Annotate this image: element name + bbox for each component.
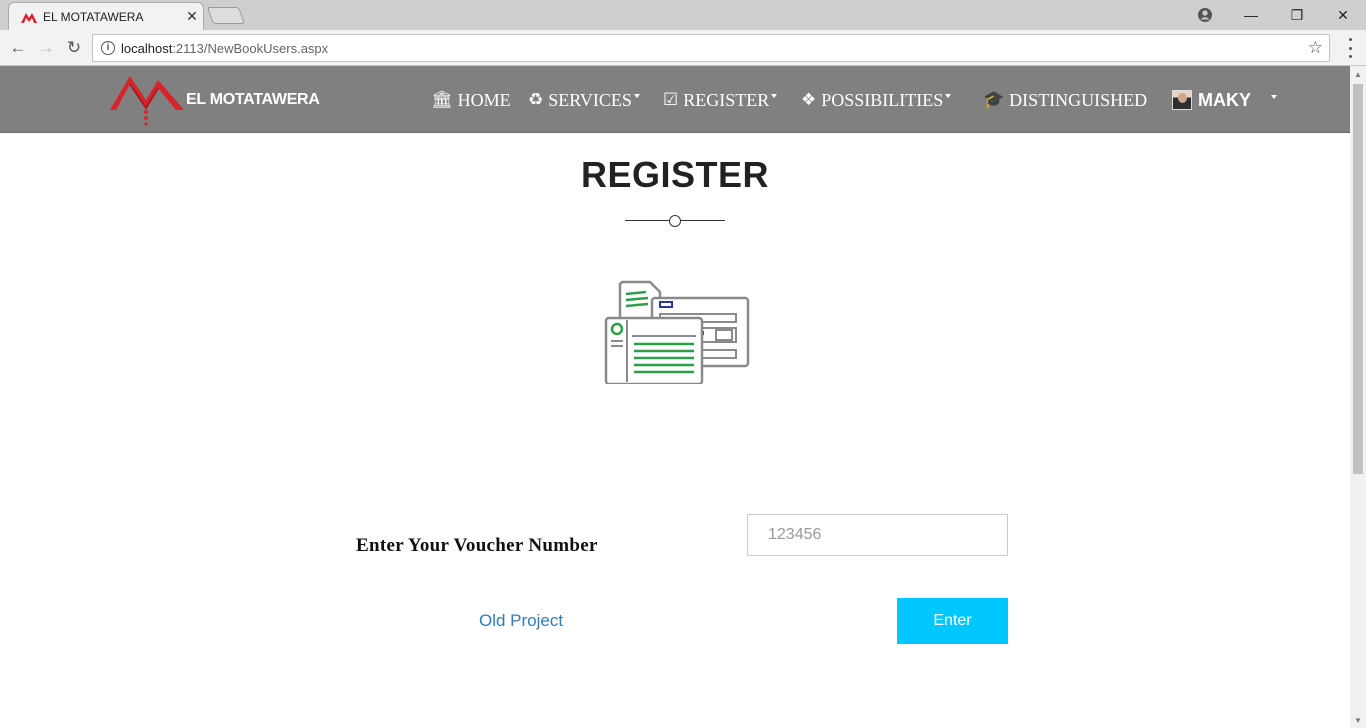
user-menu[interactable]: MAKY — [1172, 88, 1277, 112]
nav-home[interactable]: 🏛 HOME — [431, 88, 511, 112]
scroll-thumb[interactable] — [1353, 84, 1363, 474]
chevron-down-icon — [771, 94, 778, 98]
tab-close-icon[interactable]: ✕ — [181, 8, 203, 25]
scroll-up-arrow-icon[interactable]: ▲ — [1350, 66, 1366, 82]
nav-possibilities-label: POSSIBILITIES — [821, 89, 944, 110]
avatar — [1172, 90, 1192, 110]
recycle-icon: ♻ — [528, 90, 544, 110]
close-icon[interactable]: ✕ — [1320, 0, 1366, 30]
scroll-down-arrow-icon[interactable]: ▼ — [1350, 712, 1366, 728]
documents-illustration — [604, 280, 750, 384]
page-content: EL MOTATAWERA 🏛 HOME ♻ SERVICES ☑ REGIST… — [0, 66, 1350, 728]
chevron-down-icon — [945, 94, 952, 98]
nav-possibilities[interactable]: ❖ POSSIBILITIES — [801, 88, 952, 112]
checkbox-icon: ☑ — [663, 90, 679, 110]
star-icon[interactable]: ☆ — [1308, 38, 1323, 58]
address-bar[interactable]: i localhost :2113/NewBookUsers.aspx ☆ — [92, 34, 1330, 62]
nav-services[interactable]: ♻ SERVICES — [528, 88, 640, 112]
title-divider — [625, 214, 725, 227]
menu-dots-icon[interactable] — [1340, 38, 1360, 58]
minimize-icon[interactable]: — — [1228, 0, 1274, 30]
page-title: REGISTER — [580, 154, 770, 195]
old-project-link[interactable]: Old Project — [479, 611, 563, 631]
nav-register[interactable]: ☑ REGISTER — [663, 88, 778, 112]
nav-distinguished[interactable]: 🎓 DISTINGUISHED — [983, 88, 1147, 112]
page-scrollbar[interactable]: ▲ ▼ — [1350, 66, 1366, 728]
info-icon[interactable]: i — [101, 41, 115, 55]
reload-icon[interactable]: ↻ — [62, 36, 86, 60]
back-arrow-icon[interactable]: ← — [6, 36, 30, 60]
chevron-down-icon[interactable] — [1271, 95, 1277, 99]
new-tab-button[interactable] — [206, 7, 246, 24]
bank-icon: 🏛 — [431, 90, 453, 110]
tab-title: EL MOTATAWERA — [43, 9, 144, 24]
chevron-down-icon — [633, 94, 640, 98]
voucher-label: Enter Your Voucher Number — [356, 535, 598, 556]
url-host: localhost — [121, 40, 173, 56]
enter-button[interactable]: Enter — [897, 598, 1008, 644]
cubes-icon: ❖ — [801, 90, 817, 110]
brand-name[interactable]: EL MOTATAWERA — [186, 91, 320, 109]
nav-register-label: REGISTER — [683, 89, 770, 110]
user-name: MAKY — [1198, 89, 1251, 110]
nav-home-label: HOME — [457, 89, 511, 110]
nav-distinguished-label: DISTINGUISHED — [1009, 89, 1148, 110]
forward-arrow-icon[interactable]: → — [34, 36, 58, 60]
graduation-cap-icon: 🎓 — [983, 90, 1005, 110]
browser-tab[interactable]: EL MOTATAWERA ✕ — [8, 2, 204, 30]
account-icon[interactable] — [1182, 0, 1228, 30]
restore-icon[interactable]: ❐ — [1274, 0, 1320, 30]
voucher-input[interactable] — [747, 514, 1008, 556]
site-favicon-icon — [21, 12, 37, 23]
browser-tab-strip: EL MOTATAWERA ✕ — ❐ ✕ — [0, 0, 1366, 30]
site-navbar: EL MOTATAWERA 🏛 HOME ♻ SERVICES ☑ REGIST… — [0, 66, 1350, 133]
browser-toolbar: ← → ↻ i localhost :2113/NewBookUsers.asp… — [0, 30, 1366, 66]
url-path: :2113/NewBookUsers.aspx — [172, 40, 329, 56]
nav-services-label: SERVICES — [548, 89, 632, 110]
